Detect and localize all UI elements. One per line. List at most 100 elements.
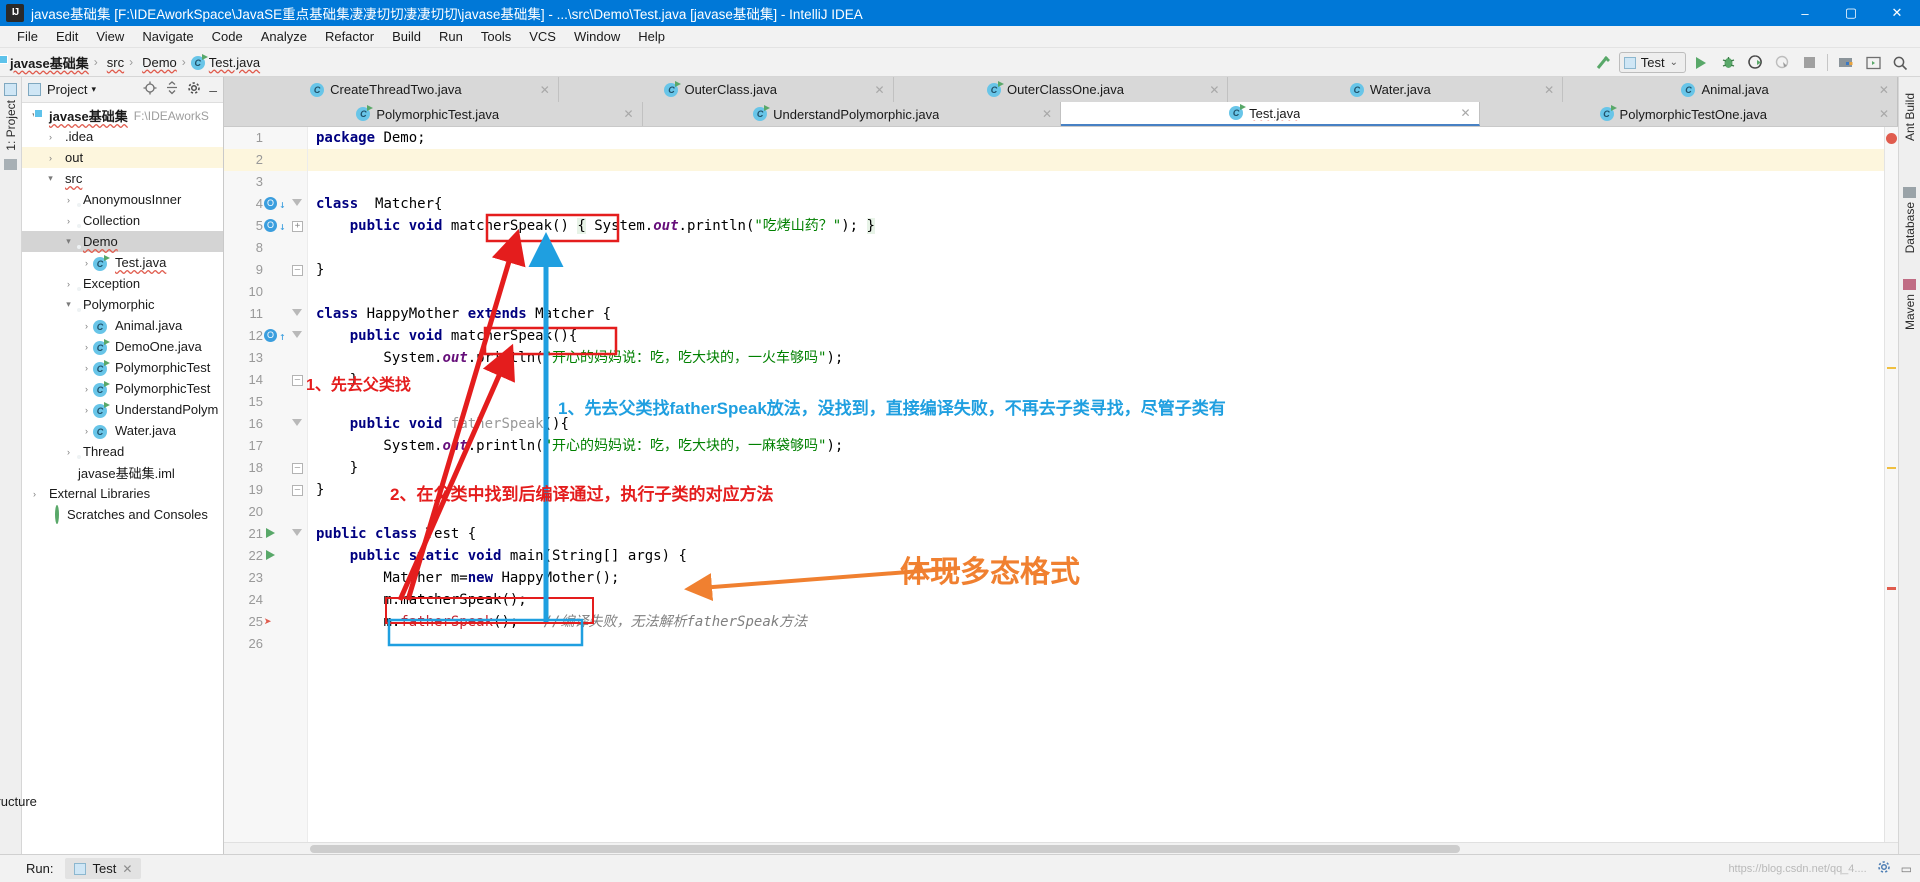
run-configuration-selector[interactable]: Test ⌄ <box>1618 52 1686 73</box>
menu-item-edit[interactable]: Edit <box>47 27 87 46</box>
hide-icon[interactable]: – <box>209 83 217 97</box>
horizontal-scrollbar[interactable] <box>224 842 1898 854</box>
tool-window-button-project[interactable]: 1: Project <box>4 100 18 151</box>
menu-item-help[interactable]: Help <box>629 27 674 46</box>
breadcrumb-item-src[interactable]: src <box>107 55 124 70</box>
menu-item-build[interactable]: Build <box>383 27 430 46</box>
database-icon[interactable] <box>1903 187 1916 199</box>
tool-window-button-structure[interactable]: 7: Structure <box>0 779 37 809</box>
fold-collapse-icon[interactable] <box>292 419 302 426</box>
tree-item-iml-file[interactable]: javase基础集.iml <box>22 462 223 483</box>
tool-window-button-ant-build[interactable]: Ant Build <box>1903 93 1917 141</box>
tree-item-water-java[interactable]: › C Water.java <box>22 420 223 441</box>
chevron-right-icon[interactable]: › <box>62 195 75 205</box>
tree-item-animal-java[interactable]: › C Animal.java <box>22 315 223 336</box>
tree-item-project-root[interactable]: ▾ javase基础集 F:\IDEAworkS <box>22 105 223 126</box>
hide-tool-window-icon[interactable]: ▭ <box>1901 862 1912 876</box>
tab-polymorphictest-java[interactable]: C PolymorphicTest.java ✕ <box>224 102 643 126</box>
overridden-method-marker-icon[interactable]: O <box>264 197 277 210</box>
chevron-right-icon[interactable]: › <box>44 153 57 163</box>
run-with-coverage-icon[interactable] <box>1743 52 1767 74</box>
menu-item-code[interactable]: Code <box>203 27 252 46</box>
profile-icon[interactable] <box>1770 52 1794 74</box>
search-everywhere-icon[interactable] <box>1888 52 1912 74</box>
tree-item-polymorphictest-java[interactable]: › C PolymorphicTest <box>22 357 223 378</box>
editor-gutter[interactable]: 1 2 3 4 O ↓ 5 O ↓ + 8 9– 10 11 12 O ↑ 13… <box>224 127 308 842</box>
tree-item-polymorphic[interactable]: ▾ Polymorphic <box>22 294 223 315</box>
chevron-right-icon[interactable]: › <box>80 258 93 268</box>
tree-item-out[interactable]: › out <box>22 147 223 168</box>
menu-item-refactor[interactable]: Refactor <box>316 27 383 46</box>
warning-stripe-mark[interactable] <box>1887 467 1896 469</box>
scrollbar-thumb[interactable] <box>310 845 1460 853</box>
maven-icon[interactable] <box>1903 279 1916 291</box>
open-terminal-icon[interactable] <box>1861 52 1885 74</box>
fold-end-icon[interactable]: – <box>292 485 303 496</box>
close-button[interactable]: ✕ <box>1874 0 1920 26</box>
fold-expand-icon[interactable]: + <box>292 221 303 232</box>
stop-icon[interactable] <box>1797 52 1821 74</box>
chevron-right-icon[interactable]: › <box>62 216 75 226</box>
tab-polymorphictestone-java[interactable]: C PolymorphicTestOne.java ✕ <box>1479 102 1898 126</box>
tab-createthreadtwo-java[interactable]: C CreateThreadTwo.java ✕ <box>224 77 559 102</box>
close-icon[interactable]: ✕ <box>1879 107 1889 121</box>
chevron-right-icon[interactable]: › <box>80 384 93 394</box>
debug-icon[interactable] <box>1716 52 1740 74</box>
menu-item-tools[interactable]: Tools <box>472 27 520 46</box>
collapse-all-icon[interactable] <box>165 81 179 98</box>
close-icon[interactable]: ✕ <box>1879 83 1889 97</box>
tree-item-understandpolymorphic-java[interactable]: › C UnderstandPolym <box>22 399 223 420</box>
close-icon[interactable]: ✕ <box>1460 106 1470 120</box>
fold-end-icon[interactable]: – <box>292 463 303 474</box>
run-class-gutter-icon[interactable] <box>266 528 275 538</box>
chevron-down-icon[interactable]: ▾ <box>44 173 57 184</box>
menu-item-window[interactable]: Window <box>565 27 629 46</box>
chevron-right-icon[interactable]: › <box>62 447 75 457</box>
chevron-down-icon[interactable]: ▾ <box>62 299 75 310</box>
error-stripe-mark[interactable] <box>1887 587 1896 590</box>
tab-water-java[interactable]: C Water.java ✕ <box>1228 77 1564 102</box>
code-editor[interactable]: 1 2 3 4 O ↓ 5 O ↓ + 8 9– 10 11 12 O ↑ 13… <box>224 127 1898 842</box>
tree-item-scratches-and-consoles[interactable]: Scratches and Consoles <box>22 504 223 525</box>
fold-collapse-icon[interactable] <box>292 199 302 206</box>
error-count-badge[interactable] <box>1886 133 1897 144</box>
code-text[interactable]: package Demo; class Matcher{ public void… <box>308 127 1884 842</box>
run-method-gutter-icon[interactable] <box>266 550 275 560</box>
chevron-right-icon[interactable]: › <box>80 321 93 331</box>
maximize-button[interactable]: ▢ <box>1828 0 1874 26</box>
close-icon[interactable]: ✕ <box>1544 83 1554 97</box>
fold-end-icon[interactable]: – <box>292 265 303 276</box>
run-tab-test[interactable]: Test ✕ <box>65 858 142 879</box>
tab-test-java[interactable]: C Test.java ✕ <box>1061 102 1480 126</box>
build-hammer-icon[interactable] <box>1592 52 1616 74</box>
warning-stripe-mark[interactable] <box>1887 367 1896 369</box>
overriding-method-marker-icon[interactable]: O <box>264 329 277 342</box>
settings-gear-icon[interactable] <box>187 81 201 98</box>
chevron-right-icon[interactable]: › <box>80 342 93 352</box>
close-icon[interactable]: ✕ <box>623 107 633 121</box>
tree-item-demoone-java[interactable]: › C DemoOne.java <box>22 336 223 357</box>
tree-item-idea[interactable]: › .idea <box>22 126 223 147</box>
menu-item-vcs[interactable]: VCS <box>520 27 565 46</box>
fold-collapse-icon[interactable] <box>292 309 302 316</box>
menu-item-file[interactable]: File <box>8 27 47 46</box>
overridden-method-marker-icon[interactable]: O <box>264 219 277 232</box>
chevron-right-icon[interactable]: › <box>62 279 75 289</box>
project-panel-title[interactable]: Project ▾ <box>47 82 96 97</box>
error-gutter-icon[interactable]: ➤ <box>264 615 272 630</box>
project-tree[interactable]: ▾ javase基础集 F:\IDEAworkS › .idea › out ▾… <box>22 103 223 854</box>
minimize-button[interactable]: – <box>1782 0 1828 26</box>
tree-item-exception[interactable]: › Exception <box>22 273 223 294</box>
tab-outerclassone-java[interactable]: C OuterClassOne.java ✕ <box>893 77 1229 102</box>
menu-item-navigate[interactable]: Navigate <box>133 27 202 46</box>
tree-item-anonymousinner[interactable]: › AnonymousInner <box>22 189 223 210</box>
tree-item-test-java[interactable]: › C Test.java <box>22 252 223 273</box>
chevron-right-icon[interactable]: › <box>80 363 93 373</box>
tab-understandpolymorphic-java[interactable]: C UnderstandPolymorphic.java ✕ <box>642 102 1061 126</box>
tree-item-polymorphictestone-java[interactable]: › C PolymorphicTest <box>22 378 223 399</box>
editor-error-stripe[interactable] <box>1884 127 1898 842</box>
breadcrumb-item-project[interactable]: javase基础集 <box>10 53 89 72</box>
run-tool-window-label[interactable]: Run: <box>26 861 53 876</box>
tree-item-src[interactable]: ▾ src <box>22 168 223 189</box>
close-icon[interactable]: ✕ <box>122 862 132 876</box>
